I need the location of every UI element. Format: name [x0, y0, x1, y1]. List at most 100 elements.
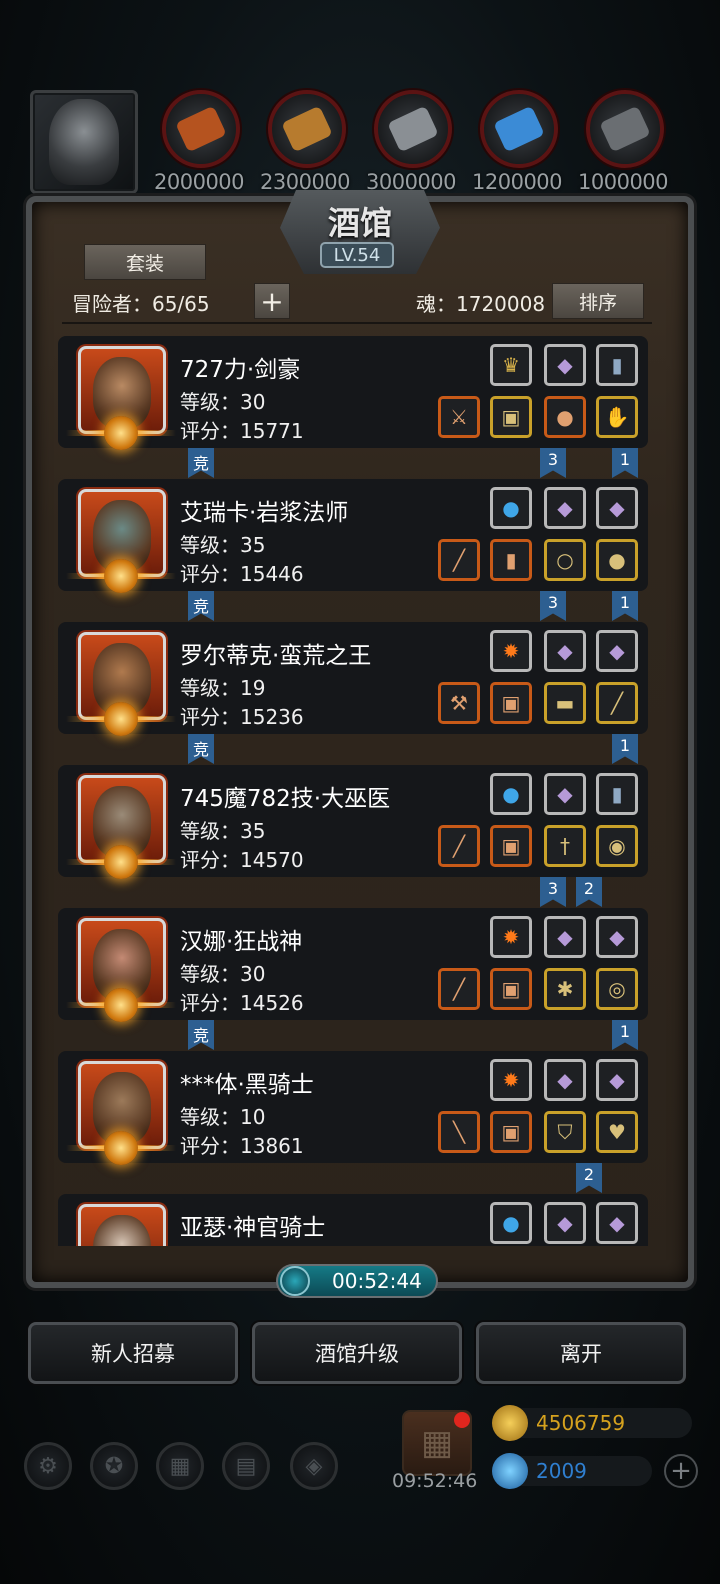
rank-ribbon: 2: [576, 877, 602, 907]
gift-timer: 09:52:46: [392, 1470, 478, 1492]
sword-icon[interactable]: ⚔: [438, 396, 480, 438]
fire-icon[interactable]: ✹: [490, 630, 532, 672]
add-currency-button[interactable]: +: [664, 1454, 698, 1488]
hero-score: 评分：13861: [180, 1134, 304, 1158]
notification-dot: [454, 1412, 470, 1428]
hero-card[interactable]: 745魔782技·大巫医 等级：35 评分：14570 ● ◆ ▮ ╱ ▣ † ◉: [58, 765, 648, 879]
book-icon[interactable]: ▤: [222, 1442, 270, 1490]
fire-icon[interactable]: ✹: [490, 916, 532, 958]
shield-round-icon[interactable]: ◎: [596, 968, 638, 1010]
bracer-icon[interactable]: ▬: [544, 682, 586, 724]
hero-name: 727力·剑豪: [180, 357, 301, 383]
purple-gem-icon[interactable]: ◆: [596, 1202, 638, 1244]
pendant-icon[interactable]: ♥: [596, 1111, 638, 1153]
hero-card[interactable]: 汉娜·狂战神 等级：30 评分：14526 ✹ ◆ ◆ ╱ ▣ ✱ ◎: [58, 908, 648, 1022]
add-adventurer-button[interactable]: +: [254, 283, 290, 319]
star-icon[interactable]: ✪: [90, 1442, 138, 1490]
greatsword-icon[interactable]: ╲: [438, 1111, 480, 1153]
ore-resource-slot[interactable]: [162, 90, 240, 168]
hero-face: [93, 1215, 151, 1246]
hero-level: 等级：19: [180, 676, 266, 700]
spider-icon[interactable]: ✱: [544, 968, 586, 1010]
armor-icon[interactable]: ▣: [490, 396, 532, 438]
staff-icon[interactable]: ╱: [438, 539, 480, 581]
tavern-level-badge: LV.54: [320, 242, 394, 268]
blue-orb-icon[interactable]: ●: [490, 487, 532, 529]
hero-card[interactable]: 罗尔蒂克·蛮荒之王 等级：19 评分：15236 ✹ ◆ ◆ ⚒ ▣ ▬ ╱: [58, 622, 648, 736]
rank-ribbon: 1: [612, 1020, 638, 1050]
bone-icon[interactable]: ╱: [596, 682, 638, 724]
book-icon[interactable]: ▮: [596, 344, 638, 386]
amulet-icon[interactable]: ○: [544, 539, 586, 581]
crystal-icon: [493, 105, 545, 153]
upgrade-tavern-button[interactable]: 酒馆升级: [252, 1322, 462, 1384]
fire-icon[interactable]: ✹: [490, 1059, 532, 1101]
sort-button[interactable]: 排序: [552, 283, 644, 319]
mace-icon[interactable]: ╱: [438, 968, 480, 1010]
purple-gem-icon[interactable]: ◆: [544, 344, 586, 386]
arena-ribbon: 竞: [188, 1020, 214, 1050]
purple-gem-icon[interactable]: ◆: [544, 916, 586, 958]
green-armor-icon[interactable]: ▣: [490, 968, 532, 1010]
dagger-icon[interactable]: †: [544, 825, 586, 867]
rank-ribbon: 1: [612, 734, 638, 764]
axe-icon[interactable]: ⚒: [438, 682, 480, 724]
gold-coin-icon: [492, 1405, 528, 1441]
purple-gem-icon[interactable]: ◆: [596, 916, 638, 958]
eye-icon[interactable]: ◉: [596, 825, 638, 867]
adventurer-list[interactable]: 727力·剑豪 等级：30 评分：15771 ♛ ◆ ▮ ⚔ ▣ ● ✋ 竞 3 1 艾瑞卡·岩浆法师 等级…: [58, 334, 666, 1246]
hero-card[interactable]: 亚瑟·神官骑士 ● ◆ ◆: [58, 1194, 648, 1246]
shield-icon[interactable]: ⛉: [544, 1111, 586, 1153]
hero-card[interactable]: 艾瑞卡·岩浆法师 等级：35 评分：15446 ● ◆ ◆ ╱ ▮ ○ ●: [58, 479, 648, 593]
stone-amount: 1000000: [578, 170, 669, 194]
crystal-resource-slot[interactable]: [480, 90, 558, 168]
purple-gem-icon[interactable]: ◆: [596, 487, 638, 529]
castle-icon[interactable]: ▦: [156, 1442, 204, 1490]
rank-badge-icon: [104, 416, 138, 450]
purple-gem-icon[interactable]: ◆: [544, 1202, 586, 1244]
settings-icon[interactable]: ⚙: [24, 1442, 72, 1490]
purple-gem-icon[interactable]: ◆: [596, 1059, 638, 1101]
clock-icon: [280, 1266, 310, 1296]
rank-ribbon: 3: [540, 877, 566, 907]
purple-gem-icon[interactable]: ◆: [596, 630, 638, 672]
stone-resource-slot[interactable]: [586, 90, 664, 168]
armor-icon[interactable]: ▣: [490, 825, 532, 867]
blue-orb-icon[interactable]: ●: [490, 773, 532, 815]
purple-gem-icon[interactable]: ◆: [544, 630, 586, 672]
emblem-icon[interactable]: ♛: [490, 344, 532, 386]
hero-name: ***体·黑骑士: [180, 1072, 314, 1098]
hero-portrait[interactable]: [78, 1204, 166, 1246]
leave-button[interactable]: 离开: [476, 1322, 686, 1384]
rank-ribbon: 2: [576, 1163, 602, 1193]
wood-plank-icon: [281, 105, 333, 153]
purple-gem-icon[interactable]: ◆: [544, 1059, 586, 1101]
hero-name: 745魔782技·大巫医: [180, 786, 391, 812]
hero-card[interactable]: 727力·剑豪 等级：30 评分：15771 ♛ ◆ ▮ ⚔ ▣ ● ✋: [58, 336, 648, 450]
player-portrait[interactable]: [30, 90, 138, 194]
staff-icon[interactable]: ╱: [438, 825, 480, 867]
purple-gem-icon[interactable]: ◆: [544, 773, 586, 815]
adventurer-count: 冒险者：65/65: [72, 292, 210, 316]
wood-resource-slot[interactable]: [268, 90, 346, 168]
chest-armor-icon[interactable]: ▣: [490, 682, 532, 724]
ring-icon[interactable]: ●: [596, 539, 638, 581]
cube-icon[interactable]: ◈: [290, 1442, 338, 1490]
robe-icon[interactable]: ▮: [490, 539, 532, 581]
hero-card[interactable]: ***体·黑骑士 等级：10 评分：13861 ✹ ◆ ◆ ╲ ▣ ⛉ ♥: [58, 1051, 648, 1165]
hero-name: 汉娜·狂战神: [180, 929, 303, 955]
ring-icon[interactable]: ●: [544, 396, 586, 438]
gauntlet-icon[interactable]: ✋: [596, 396, 638, 438]
rank-ribbon: 3: [540, 591, 566, 621]
set-button[interactable]: 套装: [84, 244, 206, 280]
recruit-button[interactable]: 新人招募: [28, 1322, 238, 1384]
stone-icon: [599, 105, 651, 153]
blue-orb-icon[interactable]: ●: [490, 1202, 532, 1244]
rank-badge-icon: [104, 559, 138, 593]
purple-gem-icon[interactable]: ◆: [544, 487, 586, 529]
arena-ribbon: 竞: [188, 734, 214, 764]
iron-resource-slot[interactable]: [374, 90, 452, 168]
book-icon[interactable]: ▮: [596, 773, 638, 815]
armor-icon[interactable]: ▣: [490, 1111, 532, 1153]
player-avatar: [49, 99, 119, 185]
